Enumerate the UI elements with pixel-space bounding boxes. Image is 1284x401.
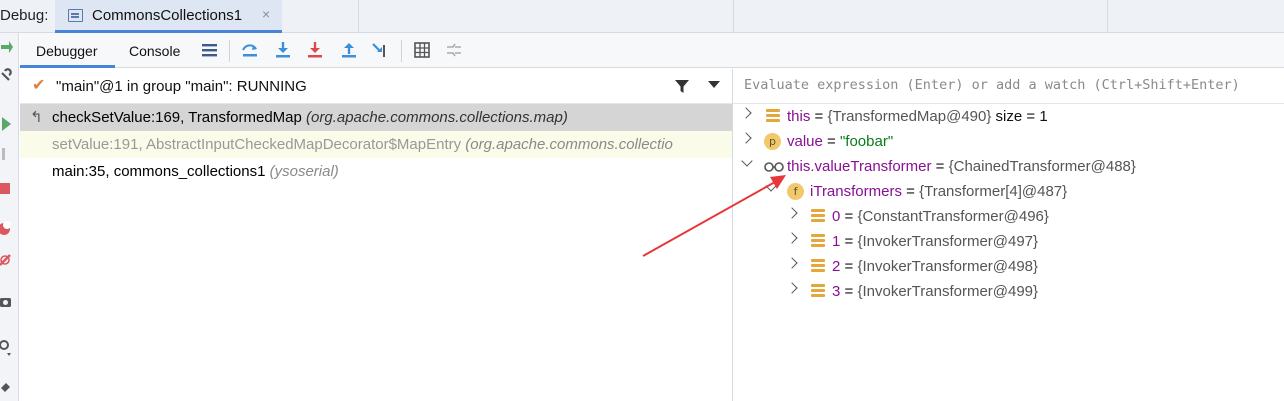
- annotation-arrow-head: [770, 175, 786, 189]
- annotation-arrow-line: [642, 181, 776, 257]
- annotation-arrow: [642, 175, 786, 257]
